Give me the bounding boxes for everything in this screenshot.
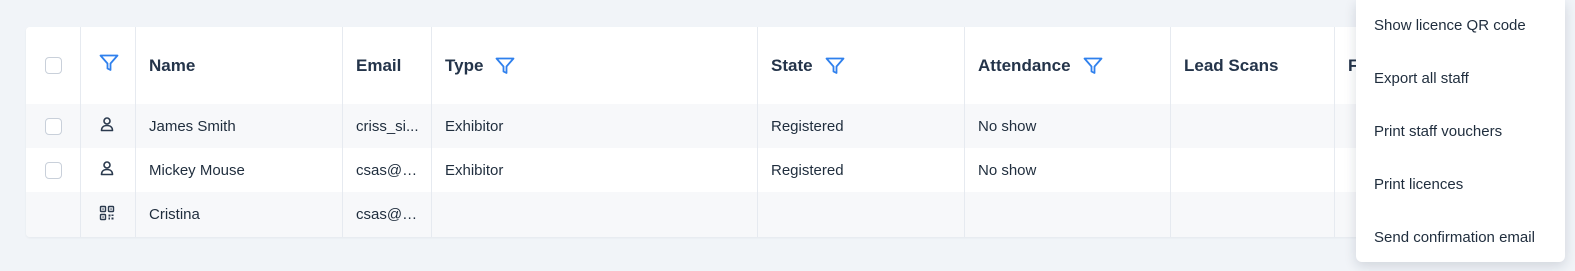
row-email-text: criss_si... [356, 117, 419, 135]
state-filter-icon[interactable] [825, 57, 845, 75]
row-checkbox-cell [26, 192, 81, 237]
qr-code-icon [99, 205, 115, 225]
row-checkbox[interactable] [45, 117, 62, 135]
row-state: Registered [758, 104, 965, 148]
row-email: criss_si... [343, 104, 432, 148]
filter-column-cell [81, 27, 136, 104]
row-type: Exhibitor [432, 104, 758, 148]
table-row[interactable]: Mickey Mouse csas@g... Exhibitor Registe… [26, 148, 1446, 192]
menu-item-show-licence-qr-code[interactable]: Show licence QR code [1374, 17, 1526, 34]
row-checkbox-cell [26, 104, 81, 148]
menu-item-print-licences[interactable]: Print licences [1374, 176, 1463, 193]
column-header-type-label: Type [445, 55, 484, 75]
row-checkbox-cell [26, 148, 81, 192]
column-header-name[interactable]: Name [136, 27, 343, 104]
row-checkbox[interactable] [45, 161, 62, 179]
menu-item-print-staff-vouchers[interactable]: Print staff vouchers [1374, 123, 1502, 140]
row-lead-scans [1171, 148, 1335, 192]
table-row[interactable]: Cristina csas@g... [26, 192, 1446, 237]
row-attendance [965, 192, 1171, 237]
row-state: Registered [758, 148, 965, 192]
row-icon-cell [81, 104, 136, 148]
attendance-filter-icon[interactable] [1083, 57, 1103, 75]
table-row[interactable]: James Smith criss_si... Exhibitor Regist… [26, 104, 1446, 148]
column-header-attendance-label: Attendance [978, 55, 1071, 75]
row-email-text: csas@g... [356, 206, 420, 223]
row-email: csas@g... [343, 148, 432, 192]
person-icon [99, 160, 115, 180]
column-header-type[interactable]: Type [432, 27, 758, 104]
select-all-cell [26, 27, 81, 104]
row-email-text: csas@g... [356, 161, 420, 179]
row-email: csas@g... [343, 192, 432, 237]
row-lead-scans [1171, 192, 1335, 237]
column-header-state[interactable]: State [758, 27, 965, 104]
row-type: Exhibitor [432, 148, 758, 192]
person-icon [99, 116, 115, 136]
column-header-attendance[interactable]: Attendance [965, 27, 1171, 104]
column-header-email[interactable]: Email [343, 27, 432, 104]
row-icon-cell [81, 192, 136, 237]
row-state [758, 192, 965, 237]
select-all-checkbox[interactable] [45, 57, 62, 74]
column-header-name-label: Name [149, 55, 196, 75]
table-header: Name Email Type State Attendance Lead Sc… [26, 27, 1446, 104]
row-attendance: No show [965, 148, 1171, 192]
column-header-email-label: Email [356, 55, 402, 75]
row-name: Mickey Mouse [136, 148, 343, 192]
menu-item-export-all-staff[interactable]: Export all staff [1374, 70, 1469, 87]
row-type [432, 192, 758, 237]
row-icon-cell [81, 148, 136, 192]
actions-dropdown-menu: Show licence QR code Export all staff Pr… [1356, 0, 1565, 262]
row-name: James Smith [136, 104, 343, 148]
column-header-lead-scans-label: Lead Scans [1184, 55, 1279, 75]
row-lead-scans [1171, 104, 1335, 148]
menu-item-send-confirmation-email[interactable]: Send confirmation email [1374, 229, 1535, 246]
column-header-state-label: State [771, 55, 813, 75]
staff-table: Name Email Type State Attendance Lead Sc… [26, 27, 1446, 237]
type-filter-icon[interactable] [495, 57, 515, 75]
row-name: Cristina [136, 192, 343, 237]
row-attendance: No show [965, 104, 1171, 148]
column-header-lead-scans[interactable]: Lead Scans [1171, 27, 1335, 104]
filter-icon[interactable] [99, 54, 119, 77]
